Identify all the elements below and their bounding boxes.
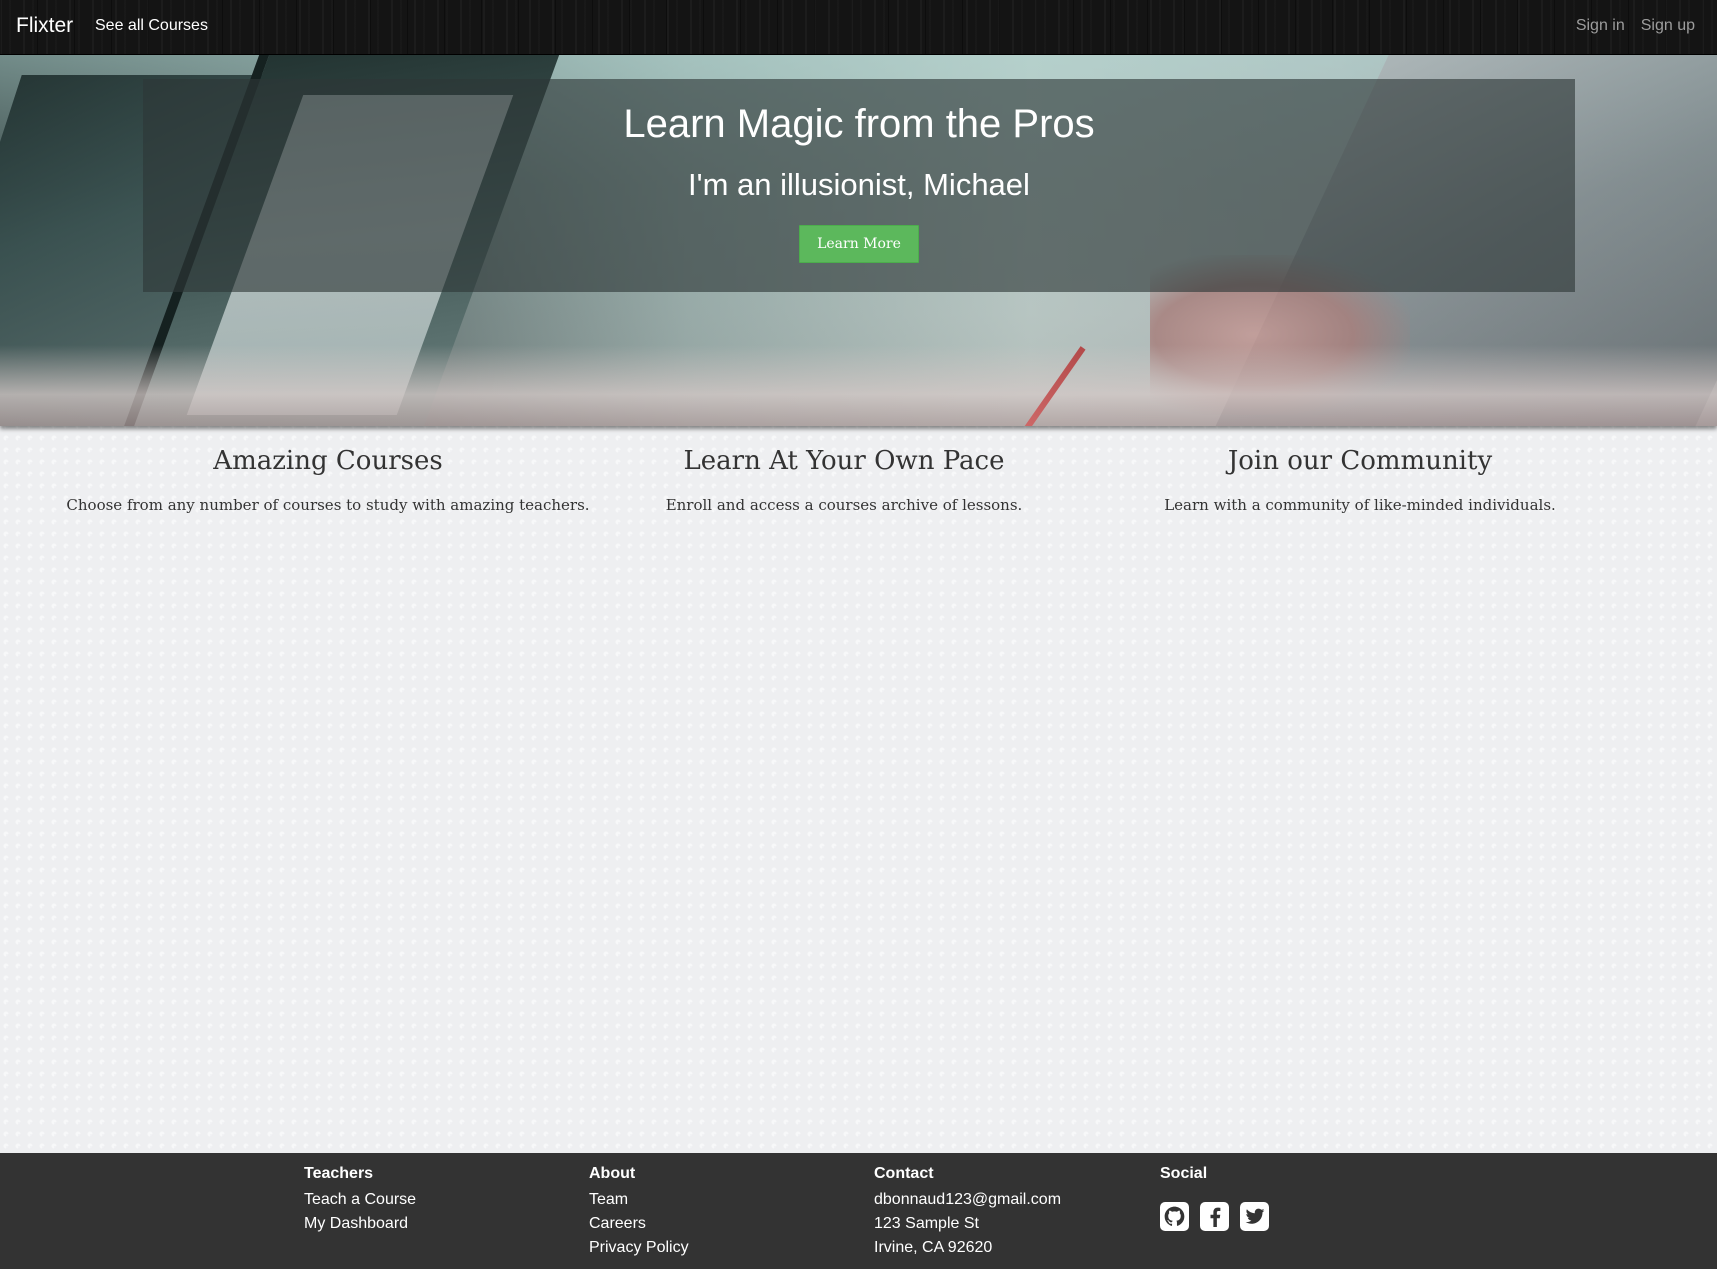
- footer-social-column: Social: [1160, 1165, 1440, 1231]
- see-all-courses-link[interactable]: See all Courses: [95, 17, 208, 35]
- feature-heading: Join our Community: [1227, 446, 1493, 476]
- feature-text: Learn with a community of like-minded in…: [1164, 496, 1556, 514]
- my-dashboard-link[interactable]: My Dashboard: [304, 1212, 584, 1236]
- hero-title: Learn Magic from the Pros: [623, 102, 1095, 146]
- hero-panel: Learn Magic from the Pros I'm an illusio…: [143, 79, 1575, 292]
- footer-about-column: About Team Careers Privacy Policy: [589, 1165, 869, 1260]
- footer-heading-teachers: Teachers: [304, 1165, 374, 1182]
- privacy-policy-link[interactable]: Privacy Policy: [589, 1236, 869, 1260]
- teach-a-course-link[interactable]: Teach a Course: [304, 1188, 584, 1212]
- feature-text: Enroll and access a courses archive of l…: [665, 496, 1023, 514]
- feature-text: Choose from any number of courses to stu…: [66, 496, 590, 514]
- feature-heading: Learn At Your Own Pace: [683, 446, 1005, 476]
- features-section: Amazing Courses Choose from any number o…: [0, 426, 1717, 606]
- feature-community: Join our Community Learn with a communit…: [1080, 446, 1640, 514]
- contact-email: dbonnaud123@gmail.com: [874, 1191, 1062, 1208]
- brand-link[interactable]: Flixter: [16, 14, 73, 38]
- hero-banner: Learn Magic from the Pros I'm an illusio…: [0, 55, 1717, 426]
- careers-link[interactable]: Careers: [589, 1212, 869, 1236]
- hero-background-desk: [0, 345, 1717, 426]
- contact-city: Irvine, CA 92620: [874, 1239, 993, 1256]
- feature-heading: Amazing Courses: [213, 446, 443, 476]
- contact-street: 123 Sample St: [874, 1215, 979, 1232]
- footer-heading-social: Social: [1160, 1165, 1208, 1182]
- footer-contact-column: Contact dbonnaud123@gmail.com 123 Sample…: [874, 1165, 1154, 1260]
- github-icon[interactable]: [1160, 1202, 1189, 1231]
- footer-heading-about: About: [589, 1165, 636, 1182]
- twitter-icon[interactable]: [1240, 1202, 1269, 1231]
- facebook-icon[interactable]: [1200, 1202, 1229, 1231]
- social-icons: [1160, 1202, 1440, 1231]
- sign-up-link[interactable]: Sign up: [1641, 17, 1695, 35]
- feature-amazing-courses: Amazing Courses Choose from any number o…: [48, 446, 608, 514]
- auth-links: Sign in Sign up: [1576, 17, 1695, 35]
- learn-more-button[interactable]: Learn More: [799, 225, 919, 263]
- footer-heading-contact: Contact: [874, 1165, 934, 1182]
- hero-subtitle: I'm an illusionist, Michael: [688, 167, 1030, 202]
- navbar: Flixter See all Courses Sign in Sign up: [0, 0, 1717, 55]
- team-link[interactable]: Team: [589, 1188, 869, 1212]
- feature-own-pace: Learn At Your Own Pace Enroll and access…: [564, 446, 1124, 514]
- footer: Teachers Teach a Course My Dashboard Abo…: [0, 1153, 1717, 1269]
- footer-teachers-column: Teachers Teach a Course My Dashboard: [304, 1165, 584, 1236]
- sign-in-link[interactable]: Sign in: [1576, 17, 1625, 35]
